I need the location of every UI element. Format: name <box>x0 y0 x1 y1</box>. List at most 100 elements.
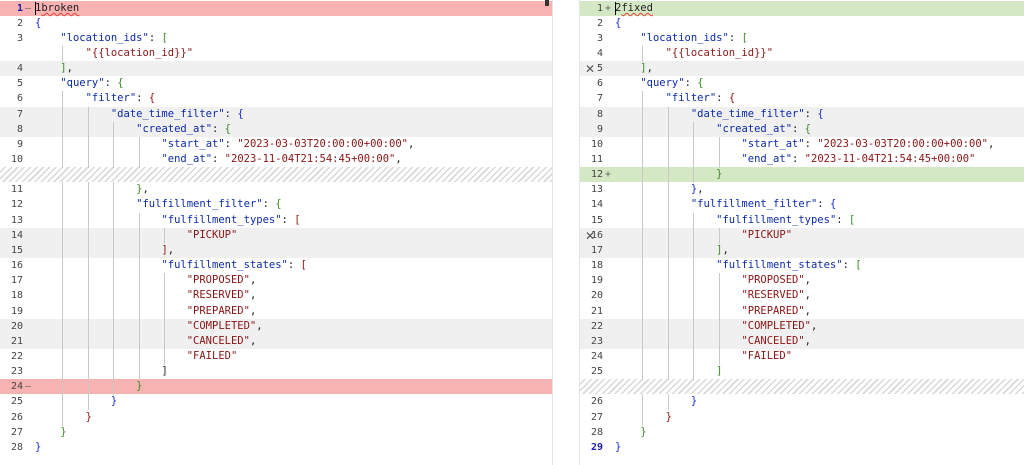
code-line[interactable]: 26 } <box>580 394 1024 409</box>
indent-guide <box>642 213 644 229</box>
code-line[interactable]: 23 "CANCELED", <box>580 334 1024 349</box>
code-line[interactable]: 16 "fulfillment_states": [ <box>0 258 552 273</box>
code-token: "fulfillment_states" <box>716 259 843 271</box>
code-line[interactable]: 9 "start_at": "2023-03-03T20:00:00+00:00… <box>0 137 552 152</box>
revert-change-icon[interactable]: ✕ <box>585 230 597 242</box>
code-line[interactable]: 9 "created_at": { <box>580 122 1024 137</box>
line-code: "location_ids": [ <box>615 31 748 46</box>
code-line[interactable]: 21 "PREPARED", <box>580 304 1024 319</box>
code-line[interactable]: 2{ <box>580 16 1024 31</box>
code-line[interactable]: 14 "PICKUP" <box>0 228 552 243</box>
code-line[interactable]: 14 "fulfillment_filter": { <box>580 197 1024 212</box>
code-line[interactable]: 4 ], <box>0 61 552 76</box>
code-line[interactable]: 5 ], <box>580 61 1024 76</box>
code-line[interactable]: 29} <box>580 440 1024 455</box>
left-pane-scroll-indicator[interactable] <box>545 0 549 6</box>
indent-guide <box>718 334 720 350</box>
code-line[interactable]: 11 "end_at": "2023-11-04T21:54:45+00:00" <box>580 152 1024 167</box>
code-line[interactable]: 17 "PROPOSED", <box>0 273 552 288</box>
code-line[interactable]: 5 "query": { <box>0 76 552 91</box>
code-line[interactable]: 18 "RESERVED", <box>0 288 552 303</box>
code-token: "PREPARED" <box>186 305 250 317</box>
code-line[interactable]: "{{location_id}}" <box>0 46 552 61</box>
code-line[interactable]: 7 "date_time_filter": { <box>0 107 552 122</box>
code-line[interactable]: 24 "FAILED" <box>580 349 1024 364</box>
indent-guide <box>164 319 165 335</box>
code-token: ] <box>161 365 168 377</box>
indent-guide <box>113 137 115 153</box>
code-line[interactable]: 15 "fulfillment_types": [ <box>580 213 1024 228</box>
indent-guide <box>62 197 64 213</box>
code-line[interactable]: 18 "fulfillment_states": [ <box>580 258 1024 273</box>
code-token: [ <box>848 214 856 226</box>
indent-guide <box>667 167 669 183</box>
code-line[interactable]: 24— } <box>0 379 552 394</box>
indent-guide <box>667 137 669 153</box>
code-line[interactable]: 10 "end_at": "2023-11-04T21:54:45+00:00"… <box>0 152 552 167</box>
code-line[interactable]: 25 } <box>0 394 552 409</box>
code-line[interactable]: 27 } <box>0 425 552 440</box>
code-line[interactable]: 10 "start_at": "2023-03-03T20:00:00+00:0… <box>580 137 1024 152</box>
code-line[interactable]: 23 ] <box>0 364 552 379</box>
indent-guide <box>693 334 695 350</box>
line-code: "date_time_filter": { <box>35 107 244 122</box>
code-line[interactable]: 26 } <box>0 410 552 425</box>
code-line[interactable]: 20 "COMPLETED", <box>0 319 552 334</box>
code-line[interactable]: 8 "date_time_filter": { <box>580 107 1024 122</box>
indent-guide <box>138 228 140 244</box>
code-token: "2023-11-04T21:54:45+00:00" <box>804 153 976 165</box>
code-line[interactable]: 27 } <box>580 410 1024 425</box>
code-line[interactable]: 22 "FAILED" <box>0 349 552 364</box>
line-number: 2 <box>16 18 23 29</box>
code-line[interactable]: 22 "COMPLETED", <box>580 319 1024 334</box>
code-line[interactable]: 6 "filter": { <box>0 91 552 106</box>
code-line[interactable]: 20 "RESERVED", <box>580 288 1024 303</box>
code-line[interactable]: 12 "fulfillment_filter": { <box>0 197 552 212</box>
code-line[interactable]: 1—1broken <box>0 1 552 16</box>
code-token: [ <box>855 259 862 271</box>
code-line[interactable]: 19 "PROPOSED", <box>580 273 1024 288</box>
code-line[interactable]: 25 ] <box>580 364 1024 379</box>
code-line[interactable]: 12 + } <box>580 167 1024 182</box>
left-editor-pane[interactable]: 1—1broken 2{3 "location_ids": [ "{{locati… <box>0 0 552 465</box>
code-line[interactable]: 15 ], <box>0 243 552 258</box>
indent-guide <box>642 349 644 365</box>
revert-change-icon[interactable]: ✕ <box>585 63 597 75</box>
diff-gap-filler <box>580 379 1024 394</box>
code-line[interactable]: 13 "fulfillment_types": [ <box>0 213 552 228</box>
code-line[interactable]: 16 "PICKUP" <box>580 228 1024 243</box>
right-editor-pane[interactable]: 1 +2fixed 2{3 "location_ids": [4 "{{locati… <box>580 0 1024 465</box>
code-line[interactable]: 3 "location_ids": [ <box>0 31 552 46</box>
line-number: 24 <box>590 351 603 362</box>
indent-guide <box>87 213 89 229</box>
code-line[interactable]: 28} <box>0 440 552 455</box>
code-token: "PROPOSED" <box>741 274 805 286</box>
code-line[interactable]: 11 }, <box>0 182 552 197</box>
code-token: : <box>287 259 301 271</box>
indent-guide <box>62 182 64 198</box>
code-line[interactable]: 7 "filter": { <box>580 91 1024 106</box>
code-token: "location_ids" <box>60 32 149 44</box>
code-line[interactable]: 21 "CANCELED", <box>0 334 552 349</box>
code-line[interactable]: 28 } <box>580 425 1024 440</box>
code-line[interactable]: 4 "{{location_id}}" <box>580 46 1024 61</box>
code-line[interactable]: 17 ], <box>580 243 1024 258</box>
code-line[interactable]: 2{ <box>0 16 552 31</box>
code-line[interactable]: 1 +2fixed <box>580 1 1024 16</box>
line-number: 1 <box>596 3 603 14</box>
code-line[interactable]: 13 }, <box>580 182 1024 197</box>
indent-guide <box>113 152 115 168</box>
indent-guide <box>87 288 89 304</box>
code-line[interactable]: 6 "query": { <box>580 76 1024 91</box>
code-line[interactable]: 3 "location_ids": [ <box>580 31 1024 46</box>
indent-guide <box>87 137 89 153</box>
code-line[interactable]: 19 "PREPARED", <box>0 304 552 319</box>
code-token: , <box>804 274 811 286</box>
code-line[interactable]: 8 "created_at": { <box>0 122 552 137</box>
indent-guide <box>667 273 669 289</box>
